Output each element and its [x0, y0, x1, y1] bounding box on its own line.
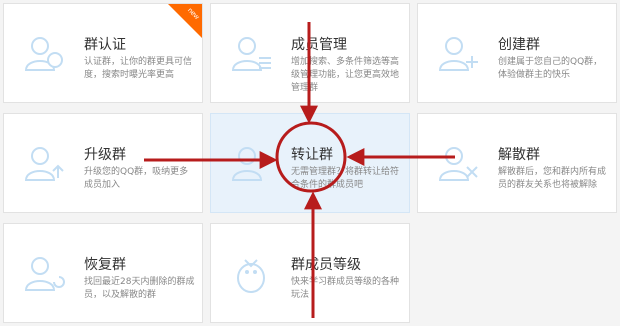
card-description: 认证群，让你的群更具可信度，搜索时曝光率更高: [84, 57, 193, 80]
card-title: 恢复群: [84, 257, 126, 273]
card-description: 增加搜索、多条件筛选等高级管理功能，让您更高效地管理群: [291, 57, 400, 93]
user-list-icon: [231, 37, 271, 71]
user-icon: [24, 37, 63, 71]
card-title: 群认证: [84, 37, 126, 53]
card-title: 转让群: [291, 147, 333, 163]
new-badge: new: [168, 4, 202, 38]
card-dissolve-group[interactable]: 解散群 解散群后，您和群内所有成员的群友关系也将被解除: [417, 113, 617, 213]
card-description: 快来学习群成员等级的各种玩法: [291, 277, 400, 300]
card-description: 解散群后，您和群内所有成员的群友关系也将被解除: [498, 167, 607, 190]
card-title: 成员管理: [291, 37, 347, 53]
card-description: 升级您的QQ群，吸纳更多成员加入: [84, 167, 189, 190]
card-title: 创建群: [498, 37, 540, 53]
card-create-group[interactable]: 创建群 创建属于您自己的QQ群，体验做群主的快乐: [417, 3, 617, 103]
card-description: 创建属于您自己的QQ群，体验做群主的快乐: [498, 57, 603, 80]
card-transfer-group[interactable]: 转让群 无需管理群？将群转让给符合条件的群成员吧: [210, 113, 410, 213]
card-title: 群成员等级: [291, 257, 361, 273]
card-description: 找回最近28天内删除的群成员，以及解散的群: [84, 277, 195, 300]
card-description: 无需管理群？将群转让给符合条件的群成员吧: [291, 167, 400, 190]
user-upgrade-icon: [24, 147, 64, 181]
user-transfer-icon: [231, 147, 263, 181]
card-restore-group[interactable]: 恢复群 找回最近28天内删除的群成员，以及解散的群: [3, 223, 203, 323]
user-remove-icon: [438, 147, 478, 181]
penguin-icon: [237, 259, 265, 293]
card-title: 解散群: [498, 147, 540, 163]
card-title: 升级群: [84, 147, 126, 163]
card-group-certification[interactable]: 群认证 认证群，让你的群更具可信度，搜索时曝光率更高 new: [3, 3, 203, 103]
card-member-level[interactable]: 群成员等级 快来学习群成员等级的各种玩法: [210, 223, 410, 323]
user-restore-icon: [24, 257, 65, 291]
card-member-management[interactable]: 成员管理 增加搜索、多条件筛选等高级管理功能，让您更高效地管理群: [210, 3, 410, 103]
card-upgrade-group[interactable]: 升级群 升级您的QQ群，吸纳更多成员加入: [3, 113, 203, 213]
user-add-icon: [438, 37, 478, 71]
